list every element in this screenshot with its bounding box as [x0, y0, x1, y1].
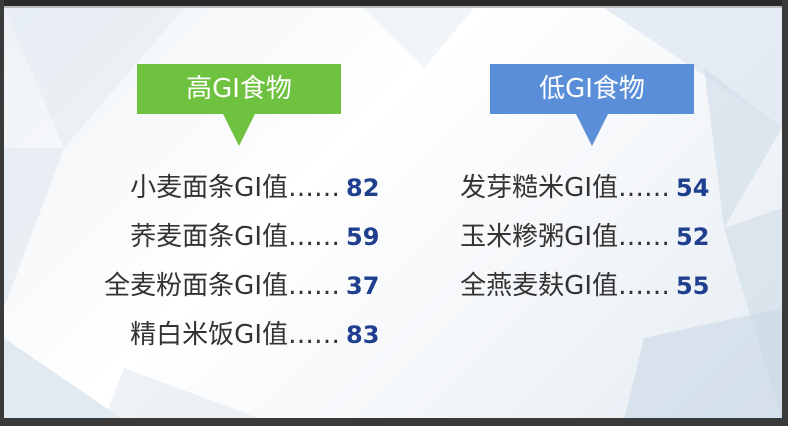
high-gi-item: 全麦粉面条GI值…… 37: [44, 266, 390, 306]
low-gi-item: 全燕麦麸GI值…… 55: [404, 266, 720, 306]
high-gi-item: 小麦面条GI值…… 82: [44, 168, 390, 208]
gi-value: 82: [346, 174, 380, 202]
low-gi-callout-pointer: [576, 114, 608, 146]
gi-value: 37: [346, 272, 380, 300]
food-gi-label: 玉米糁粥GI值……: [460, 222, 670, 252]
slide: 高GI食物 低GI食物 小麦面条GI值…… 82 荞麦面条GI值…… 59 全麦…: [4, 6, 782, 420]
food-gi-label: 精白米饭GI值……: [130, 320, 340, 350]
food-gi-label: 小麦面条GI值……: [130, 173, 340, 203]
low-gi-title: 低GI食物: [539, 74, 645, 104]
frame-edge-left: [0, 0, 4, 426]
gi-value: 55: [676, 272, 710, 300]
frame-edge-bottom: [0, 418, 788, 426]
gi-value: 83: [346, 321, 380, 349]
low-gi-item: 玉米糁粥GI值…… 52: [404, 217, 720, 257]
high-gi-callout-pointer: [223, 114, 255, 146]
food-gi-label: 全燕麦麸GI值……: [460, 271, 670, 301]
food-gi-label: 发芽糙米GI值……: [460, 173, 670, 203]
low-gi-item: 发芽糙米GI值…… 54: [404, 168, 720, 208]
high-gi-item: 荞麦面条GI值…… 59: [44, 217, 390, 257]
low-gi-callout: 低GI食物: [490, 64, 694, 146]
high-gi-callout: 高GI食物: [137, 64, 341, 146]
gi-value: 59: [346, 223, 380, 251]
high-gi-item: 精白米饭GI值…… 83: [44, 315, 390, 355]
food-gi-label: 全麦粉面条GI值……: [104, 271, 340, 301]
gi-value: 54: [676, 174, 710, 202]
frame-edge-right: [782, 0, 788, 426]
gi-value: 52: [676, 223, 710, 251]
food-gi-label: 荞麦面条GI值……: [130, 222, 340, 252]
high-gi-title: 高GI食物: [186, 74, 292, 104]
